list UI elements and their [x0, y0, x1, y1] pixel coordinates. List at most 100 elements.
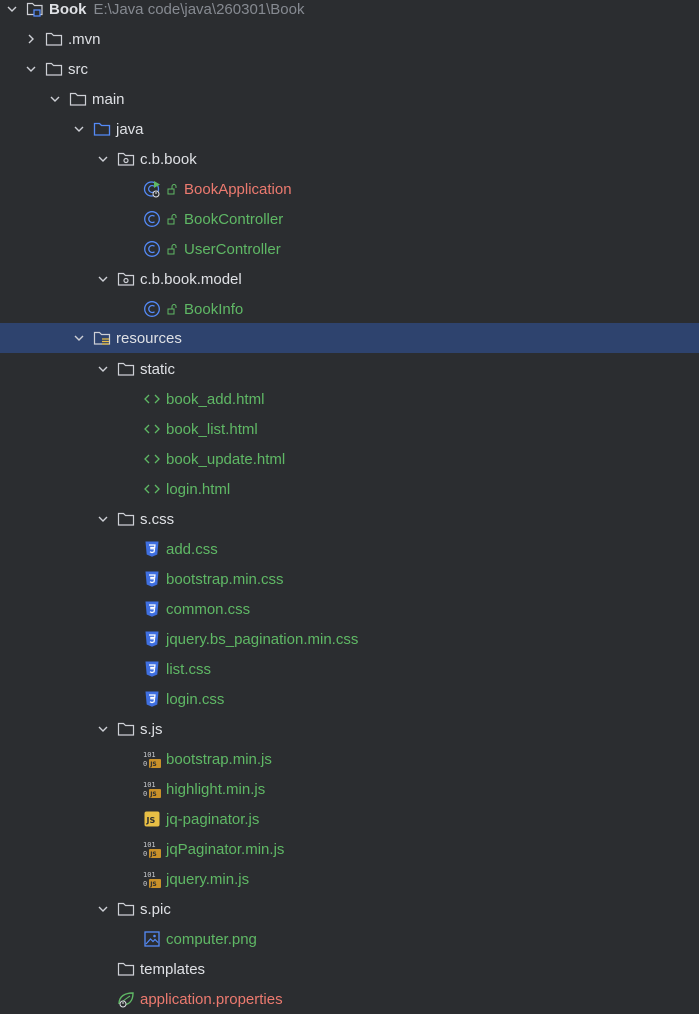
tree-row-project[interactable]: Book E:\Java code\java\260301\Book — [0, 0, 699, 24]
svg-text:JS: JS — [149, 761, 157, 768]
tree-label: s.js — [140, 720, 163, 738]
tree-label: s.pic — [140, 900, 171, 918]
tree-row-bookapplication[interactable]: BookApplication — [0, 174, 699, 204]
project-tree: Book E:\Java code\java\260301\Book .mvn … — [0, 0, 699, 1011]
tree-label: jq-paginator.js — [166, 810, 260, 828]
tree-row-book-add-html[interactable]: book_add.html — [0, 384, 699, 414]
java-class-icon — [143, 240, 161, 258]
html-file-icon — [143, 450, 161, 468]
tree-row-add-css[interactable]: add.css — [0, 534, 699, 564]
tree-row-bootstrap-min-js[interactable]: 101 0 JS bootstrap.min.js — [0, 744, 699, 774]
chevron-right-icon[interactable] — [23, 24, 39, 54]
tree-label: list.css — [166, 660, 211, 678]
project-path: E:\Java code\java\260301\Book — [93, 0, 305, 18]
resources-folder-icon — [93, 329, 111, 347]
package-icon — [117, 150, 135, 168]
tree-row-scss[interactable]: s.css — [0, 504, 699, 534]
chevron-down-icon[interactable] — [95, 504, 111, 534]
tree-row-mvn[interactable]: .mvn — [0, 24, 699, 54]
lock-open-icon — [166, 213, 178, 225]
svg-text:101: 101 — [143, 751, 156, 759]
js-file-icon: JS — [143, 810, 161, 828]
tree-row-book-list-html[interactable]: book_list.html — [0, 414, 699, 444]
tree-label: login.css — [166, 690, 225, 708]
tree-label: BookController — [184, 210, 284, 228]
chevron-down-icon[interactable] — [95, 894, 111, 924]
image-file-icon — [143, 930, 161, 948]
tree-row-package-model[interactable]: c.b.book.model — [0, 264, 699, 294]
tree-row-login-css[interactable]: login.css — [0, 684, 699, 714]
svg-text:JS: JS — [149, 881, 157, 888]
tree-label: src — [68, 60, 88, 78]
tree-row-bookinfo[interactable]: BookInfo — [0, 294, 699, 324]
tree-row-package-cbbook[interactable]: c.b.book — [0, 144, 699, 174]
tree-row-main[interactable]: main — [0, 84, 699, 114]
svg-text:101: 101 — [143, 871, 156, 879]
css-file-icon — [143, 570, 161, 588]
tree-row-bootstrap-min-css[interactable]: bootstrap.min.css — [0, 564, 699, 594]
tree-label: application.properties — [140, 990, 283, 1008]
spring-properties-icon — [117, 990, 135, 1008]
tree-row-book-update-html[interactable]: book_update.html — [0, 444, 699, 474]
chevron-down-icon[interactable] — [47, 84, 63, 114]
tree-row-templates[interactable]: templates — [0, 954, 699, 984]
java-class-icon — [143, 300, 161, 318]
css-file-icon — [143, 600, 161, 618]
tree-row-application-properties[interactable]: application.properties — [0, 984, 699, 1014]
tree-label: jqPaginator.min.js — [166, 840, 285, 858]
lock-open-icon — [166, 243, 178, 255]
chevron-down-icon[interactable] — [95, 714, 111, 744]
module-icon — [26, 0, 44, 18]
chevron-down-icon[interactable] — [71, 323, 87, 353]
tree-label: book_add.html — [166, 390, 265, 408]
minified-js-icon: 101 0 JS — [143, 870, 161, 888]
tree-label: jquery.min.js — [166, 870, 250, 888]
svg-text:0: 0 — [143, 850, 147, 858]
tree-row-jqpaginator-min-js[interactable]: 101 0 JS jqPaginator.min.js — [0, 834, 699, 864]
tree-row-login-html[interactable]: login.html — [0, 474, 699, 504]
folder-icon — [45, 60, 63, 78]
tree-row-spic[interactable]: s.pic — [0, 894, 699, 924]
project-name: Book — [49, 0, 87, 18]
folder-icon — [45, 30, 63, 48]
tree-label: c.b.book.model — [140, 270, 242, 288]
css-file-icon — [143, 660, 161, 678]
tree-label: c.b.book — [140, 150, 197, 168]
folder-icon — [117, 720, 135, 738]
tree-label: s.css — [140, 510, 175, 528]
chevron-down-icon[interactable] — [95, 264, 111, 294]
folder-icon — [117, 900, 135, 918]
tree-label: BookApplication — [184, 180, 292, 198]
chevron-down-icon[interactable] — [95, 144, 111, 174]
tree-row-usercontroller[interactable]: UserController — [0, 234, 699, 264]
tree-row-src[interactable]: src — [0, 54, 699, 84]
tree-label: UserController — [184, 240, 281, 258]
tree-label: login.html — [166, 480, 231, 498]
tree-row-computer-png[interactable]: computer.png — [0, 924, 699, 954]
folder-icon — [117, 360, 135, 378]
chevron-down-icon[interactable] — [4, 0, 20, 24]
svg-text:0: 0 — [143, 880, 147, 888]
svg-text:101: 101 — [143, 781, 156, 789]
tree-row-jq-paginator-js[interactable]: JS jq-paginator.js — [0, 804, 699, 834]
tree-row-java[interactable]: java — [0, 114, 699, 144]
tree-row-highlight-min-js[interactable]: 101 0 JS highlight.min.js — [0, 774, 699, 804]
css-file-icon — [143, 630, 161, 648]
tree-row-bookcontroller[interactable]: BookController — [0, 204, 699, 234]
tree-row-static[interactable]: static — [0, 354, 699, 384]
tree-label: .mvn — [68, 30, 101, 48]
tree-label: bootstrap.min.js — [166, 750, 272, 768]
chevron-down-icon[interactable] — [95, 354, 111, 384]
tree-label: resources — [116, 329, 182, 347]
svg-text:JS: JS — [149, 791, 157, 798]
tree-row-jquery-min-js[interactable]: 101 0 JS jquery.min.js — [0, 864, 699, 894]
tree-row-list-css[interactable]: list.css — [0, 654, 699, 684]
chevron-down-icon[interactable] — [71, 114, 87, 144]
chevron-down-icon[interactable] — [23, 54, 39, 84]
tree-row-resources[interactable]: resources — [0, 323, 699, 353]
tree-row-sjs[interactable]: s.js — [0, 714, 699, 744]
folder-icon — [69, 90, 87, 108]
tree-row-jquery-bs-pagination-css[interactable]: jquery.bs_pagination.min.css — [0, 624, 699, 654]
tree-row-common-css[interactable]: common.css — [0, 594, 699, 624]
spring-boot-run-icon — [143, 180, 161, 198]
